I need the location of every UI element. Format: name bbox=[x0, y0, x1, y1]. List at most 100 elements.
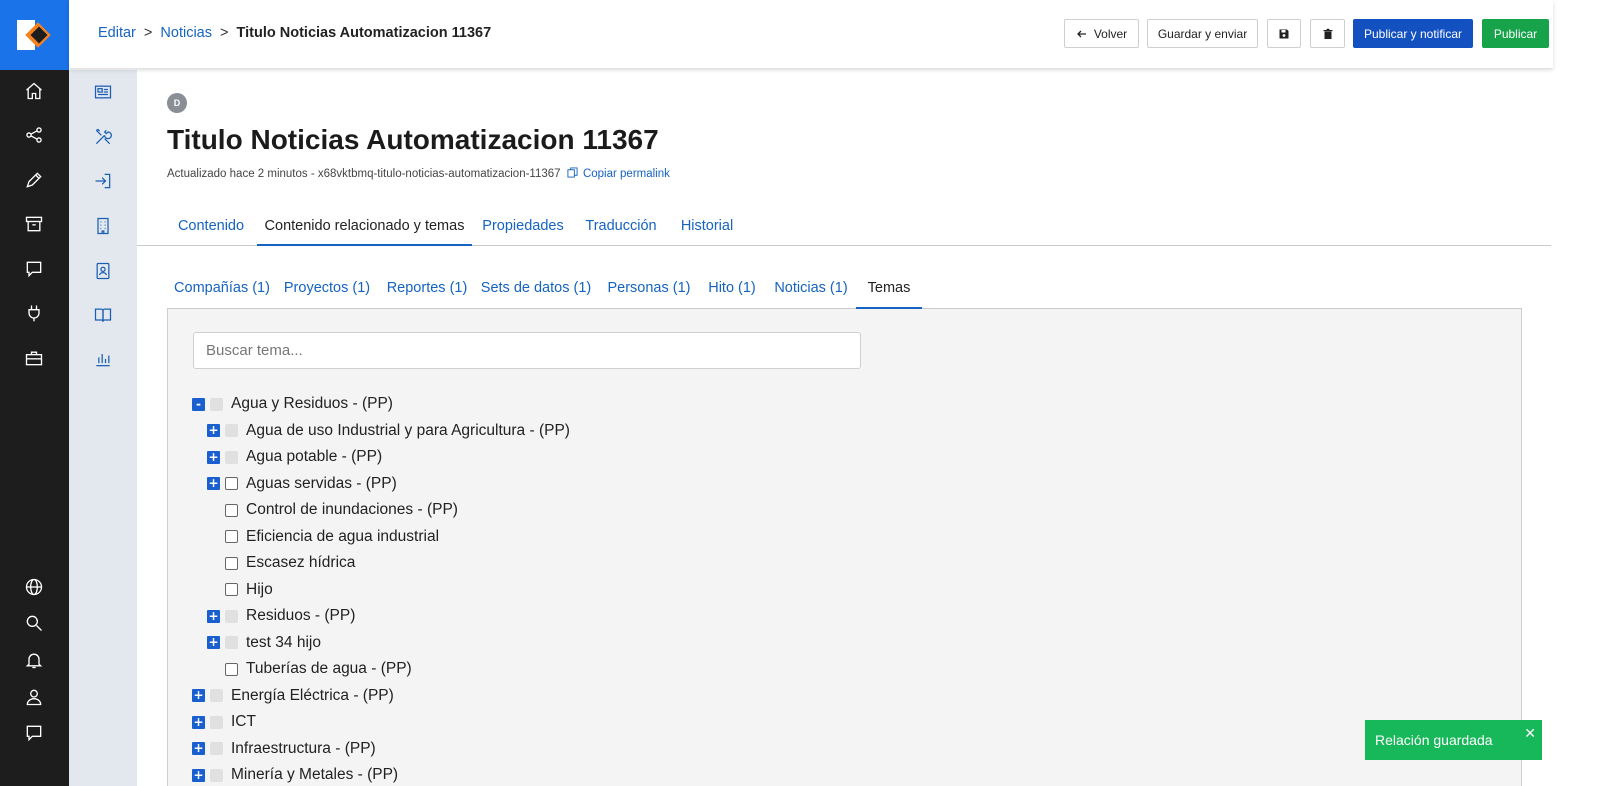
topic-label: Control de inundaciones - (PP) bbox=[246, 501, 458, 518]
topic-checkbox[interactable] bbox=[225, 583, 238, 596]
tab-properties[interactable]: Propiedades bbox=[477, 210, 569, 246]
save-button[interactable] bbox=[1267, 19, 1301, 48]
tree-node[interactable]: + ICT bbox=[192, 709, 256, 735]
topic-label: Energía Eléctrica - (PP) bbox=[231, 686, 394, 704]
topic-checkbox[interactable] bbox=[225, 530, 238, 543]
tree-node[interactable]: Control de inundaciones - (PP) bbox=[207, 497, 458, 523]
tab-companies[interactable]: Compañías (1) bbox=[170, 272, 274, 309]
tree-node[interactable]: + Agua de uso Industrial y para Agricultu… bbox=[207, 418, 570, 444]
bell-icon[interactable] bbox=[22, 648, 46, 672]
floppy-disk-icon bbox=[1279, 29, 1289, 38]
breadcrumb-news-link[interactable]: Noticias bbox=[160, 25, 212, 41]
copy-permalink-link[interactable]: Copiar permalink bbox=[583, 168, 670, 180]
topic-label: Escasez hídrica bbox=[246, 554, 356, 571]
plug-icon[interactable] bbox=[22, 301, 46, 325]
collapse-toggle[interactable]: - bbox=[192, 397, 205, 411]
copy-icon[interactable] bbox=[567, 167, 578, 178]
book-icon[interactable] bbox=[91, 303, 115, 327]
toolbox-icon[interactable] bbox=[22, 346, 46, 370]
tab-translation[interactable]: Traducción bbox=[581, 210, 661, 246]
building-icon[interactable] bbox=[91, 214, 115, 238]
bar-chart-icon[interactable] bbox=[91, 347, 115, 371]
share-nodes-icon[interactable] bbox=[22, 123, 46, 147]
delete-button[interactable] bbox=[1310, 19, 1345, 48]
expand-toggle[interactable]: + bbox=[192, 742, 205, 755]
expand-toggle[interactable]: + bbox=[207, 450, 220, 464]
publish-notify-button[interactable]: Publicar y notificar bbox=[1353, 19, 1473, 48]
pencil-icon[interactable] bbox=[22, 168, 46, 192]
topic-checkbox bbox=[225, 450, 238, 464]
logo-mark bbox=[16, 20, 53, 50]
topic-checkbox bbox=[210, 768, 223, 782]
back-button[interactable]: Volver bbox=[1064, 19, 1139, 48]
topic-search-input[interactable] bbox=[193, 332, 861, 369]
topic-label: Agua de uso Industrial y para Agricultur… bbox=[246, 421, 570, 439]
tab-related-content-topics[interactable]: Contenido relacionado y temas bbox=[257, 210, 472, 246]
tools-icon[interactable] bbox=[91, 125, 115, 149]
toggle-placeholder bbox=[207, 530, 220, 543]
tree-node[interactable]: + Residuos - (PP) bbox=[207, 603, 355, 629]
archive-icon[interactable] bbox=[22, 212, 46, 236]
topic-label: Agua y Residuos - (PP) bbox=[231, 395, 393, 412]
tree-node[interactable]: Tuberías de agua - (PP) bbox=[207, 656, 412, 682]
tree-node[interactable]: Eficiencia de agua industrial bbox=[207, 524, 439, 550]
topic-checkbox[interactable] bbox=[225, 503, 238, 517]
trash-icon bbox=[1323, 28, 1332, 39]
tree-node[interactable]: + Agua potable - (PP) bbox=[207, 444, 382, 470]
home-icon[interactable] bbox=[22, 79, 46, 103]
topic-label: Aguas servidas - (PP) bbox=[246, 474, 397, 492]
topics-panel: - Agua y Residuos - (PP) + Agua de uso Indu… bbox=[167, 309, 1522, 786]
search-icon[interactable] bbox=[22, 611, 46, 635]
topic-checkbox bbox=[210, 742, 223, 755]
close-icon[interactable]: ✕ bbox=[1524, 725, 1536, 742]
app-logo[interactable] bbox=[0, 0, 69, 70]
tab-news[interactable]: Noticias (1) bbox=[771, 272, 851, 309]
tab-topics[interactable]: Temas bbox=[856, 272, 922, 309]
topic-checkbox[interactable] bbox=[225, 477, 238, 490]
toast-message: Relación guardada bbox=[1375, 732, 1493, 748]
topic-checkbox[interactable] bbox=[225, 662, 238, 676]
tab-reports[interactable]: Reportes (1) bbox=[386, 272, 468, 309]
main-tabs: Contenido Contenido relacionado y temas … bbox=[137, 210, 1551, 246]
main-sidebar bbox=[0, 0, 69, 786]
save-send-button[interactable]: Guardar y enviar bbox=[1147, 19, 1258, 48]
tree-node[interactable]: - Agua y Residuos - (PP) bbox=[192, 391, 393, 417]
tree-node[interactable]: + Infraestructura - (PP) bbox=[192, 736, 376, 762]
tab-content[interactable]: Contenido bbox=[167, 210, 255, 246]
contact-card-icon[interactable] bbox=[91, 259, 115, 283]
tab-datasets[interactable]: Sets de datos (1) bbox=[481, 272, 591, 309]
sign-in-icon[interactable] bbox=[91, 169, 115, 193]
breadcrumb-edit-link[interactable]: Editar bbox=[98, 25, 136, 41]
expand-toggle[interactable]: + bbox=[207, 636, 220, 649]
expand-toggle[interactable]: + bbox=[207, 477, 220, 490]
globe-icon[interactable] bbox=[22, 575, 46, 599]
topic-checkbox[interactable] bbox=[225, 556, 238, 570]
tab-history[interactable]: Historial bbox=[673, 210, 741, 246]
tree-node[interactable]: Hijo bbox=[207, 577, 273, 603]
expand-toggle[interactable]: + bbox=[207, 609, 220, 623]
tree-node[interactable]: + Energía Eléctrica - (PP) bbox=[192, 683, 394, 709]
expand-toggle[interactable]: + bbox=[207, 424, 220, 437]
toggle-placeholder bbox=[207, 557, 220, 570]
expand-toggle[interactable]: + bbox=[192, 768, 205, 782]
tab-projects[interactable]: Proyectos (1) bbox=[284, 272, 370, 309]
breadcrumb-separator: > bbox=[143, 25, 153, 41]
tree-node[interactable]: + test 34 hijo bbox=[207, 630, 321, 656]
document-meta: Actualizado hace 2 minutos - x68vktbmq-t… bbox=[167, 167, 670, 180]
tree-node[interactable]: + Aguas servidas - (PP) bbox=[207, 471, 397, 497]
tab-people[interactable]: Personas (1) bbox=[607, 272, 691, 309]
expand-toggle[interactable]: + bbox=[192, 715, 205, 729]
user-icon[interactable] bbox=[22, 685, 46, 709]
breadcrumb-current: Titulo Noticias Automatizacion 11367 bbox=[236, 25, 492, 41]
tree-node[interactable]: + Minería y Metales - (PP) bbox=[192, 762, 398, 786]
tree-node[interactable]: Escasez hídrica bbox=[207, 550, 355, 576]
topic-label: Hijo bbox=[246, 580, 273, 598]
chat-icon[interactable] bbox=[22, 257, 46, 281]
toggle-placeholder bbox=[207, 663, 220, 676]
tab-milestone[interactable]: Hito (1) bbox=[705, 272, 759, 309]
secondary-sidebar bbox=[69, 70, 137, 786]
message-icon[interactable] bbox=[22, 721, 46, 745]
publish-button[interactable]: Publicar bbox=[1482, 19, 1549, 48]
newspaper-icon[interactable] bbox=[91, 80, 115, 104]
expand-toggle[interactable]: + bbox=[192, 689, 205, 702]
